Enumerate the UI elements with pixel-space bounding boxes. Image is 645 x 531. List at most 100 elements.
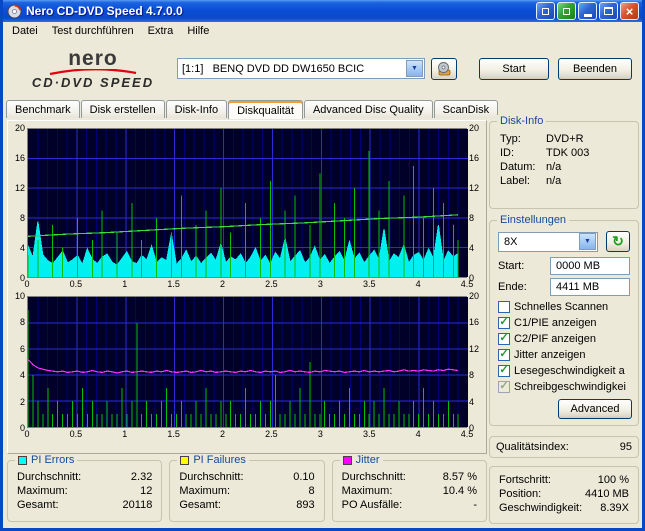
axis-tick-label: 0.5 bbox=[69, 429, 83, 439]
disk-info-label: Datum: bbox=[500, 161, 536, 173]
advanced-button[interactable]: Advanced bbox=[558, 399, 632, 419]
axis-tick-label: 3 bbox=[317, 429, 323, 439]
tab-scandisk[interactable]: ScanDisk bbox=[433, 100, 499, 118]
disk-info-title: Disk-Info bbox=[500, 115, 544, 127]
titlebar[interactable]: Nero CD-DVD Speed 4.7.0.0 × bbox=[3, 0, 642, 22]
checkbox-lesegeschwindigkeit[interactable]: ✓ Lesegeschwindigkeit a bbox=[496, 363, 632, 379]
pi-errors-stats-group: PI Errors Durchschnitt: 2.32 Maximum: 12 G… bbox=[7, 454, 163, 522]
stat-value: 12 bbox=[140, 485, 153, 497]
axis-tick-label: 8 bbox=[469, 213, 475, 223]
stat-value: 10.4 % bbox=[442, 485, 477, 497]
stat-label: Gesamt: bbox=[17, 499, 59, 511]
axis-tick-label: 12 bbox=[14, 183, 25, 193]
tab-advanced-disc-quality[interactable]: Advanced Disc Quality bbox=[303, 100, 433, 118]
stat-label: Durchschnitt: bbox=[179, 471, 244, 483]
axis-tick-label: 3.5 bbox=[362, 429, 376, 439]
tool-1-icon bbox=[542, 7, 549, 15]
quality-index-box: Qualitätsindex: 95 bbox=[489, 436, 639, 458]
disk-info-label: Label: bbox=[500, 175, 530, 187]
start-field[interactable]: 0000 MB bbox=[550, 257, 630, 275]
minimize-icon bbox=[583, 13, 592, 17]
axis-tick-label: 4.5 bbox=[460, 429, 474, 439]
chart-panel: 20 16 12 8 4 0 20 16 12 8 4 0 0 0.5 1 1.5 2 2.5 3 3.5 4 4.5… bbox=[7, 120, 487, 454]
axis-tick-label: 0 bbox=[24, 279, 30, 289]
stat-label: Gesamt: bbox=[179, 499, 221, 511]
axis-tick-label: 2 bbox=[220, 279, 226, 289]
end-field[interactable]: 4411 MB bbox=[550, 278, 630, 296]
stat-value: 8 bbox=[308, 485, 315, 497]
stat-label: Durchschnitt: bbox=[17, 471, 82, 483]
pi-errors-y-axis-right: 20 16 12 8 4 0 bbox=[467, 123, 484, 283]
axis-tick-label: 1 bbox=[122, 279, 128, 289]
axis-tick-label: 4 bbox=[415, 429, 421, 439]
progress-value: 100 % bbox=[597, 474, 629, 486]
settings-group: Einstellungen 8X ▼ ↻ Start: 0000 MB Ende… bbox=[489, 214, 639, 426]
chevron-down-icon[interactable]: ▼ bbox=[406, 60, 423, 77]
menu-test-durchfuehren[interactable]: Test durchführen bbox=[45, 24, 141, 38]
start-button[interactable]: Start bbox=[479, 57, 549, 80]
menu-datei[interactable]: Datei bbox=[5, 24, 45, 38]
quality-index-value: 95 bbox=[619, 441, 632, 453]
axis-tick-label: 3.5 bbox=[362, 279, 376, 289]
disk-id-value: TDK 003 bbox=[546, 147, 590, 159]
pi-errors-x-axis: 0 0.5 1 1.5 2 2.5 3 3.5 4 4.5 bbox=[24, 278, 473, 291]
pi-errors-plot bbox=[28, 129, 468, 277]
speed-select-value: 8X bbox=[504, 235, 518, 248]
checkbox-jitter-anzeigen[interactable]: ✓ Jitter anzeigen bbox=[496, 347, 632, 363]
tab-diskqualitaet[interactable]: Diskqualität bbox=[228, 100, 303, 119]
menu-hilfe[interactable]: Hilfe bbox=[180, 24, 216, 38]
maximize-button[interactable] bbox=[599, 2, 618, 20]
axis-tick-label: 20 bbox=[469, 123, 480, 133]
jitter-stats-group: Jitter Durchschnitt: 8.57 % Maximum: 10.4 … bbox=[331, 454, 487, 522]
check-icon: ✓ bbox=[499, 379, 509, 392]
pi-failures-stats-title: PI Failures bbox=[193, 454, 246, 466]
drive-select[interactable]: [1:1] BENQ DVD DD DW1650 BCIC ▼ bbox=[177, 58, 425, 79]
axis-tick-label: 16 bbox=[469, 153, 480, 163]
progress-label: Fortschritt: bbox=[499, 474, 551, 486]
menubar: Datei Test durchführen Extra Hilfe bbox=[3, 22, 642, 40]
quit-button[interactable]: Beenden bbox=[558, 57, 632, 80]
disk-info-label: Typ: bbox=[500, 133, 521, 145]
menu-extra[interactable]: Extra bbox=[141, 24, 181, 38]
axis-tick-label: 1 bbox=[122, 429, 128, 439]
pi-failures-jitter-chart: 10 8 6 4 2 0 20 16 12 8 4 0 0 0.5 1 1.5 2 2.5 3 3.5 4 4.5 bbox=[10, 291, 486, 441]
nero-logo: nero CD·DVD SPEED bbox=[9, 48, 177, 89]
titlebar-tool-button-2[interactable] bbox=[557, 2, 576, 20]
axis-tick-label: 4 bbox=[19, 370, 25, 381]
pif-y-axis-left: 10 8 6 4 2 0 bbox=[10, 291, 27, 433]
drive-tool-button[interactable] bbox=[431, 57, 457, 80]
tab-benchmark[interactable]: Benchmark bbox=[6, 100, 80, 118]
header: nero CD·DVD SPEED [1:1] BENQ DVD DD DW16… bbox=[3, 40, 642, 97]
axis-tick-label: 20 bbox=[14, 123, 25, 133]
refresh-button[interactable]: ↻ bbox=[606, 231, 630, 252]
axis-tick-label: 4 bbox=[469, 243, 475, 253]
check-icon: ✓ bbox=[499, 347, 509, 360]
close-icon: × bbox=[625, 3, 634, 19]
checkbox-schnelles-scannen[interactable]: ✓ Schnelles Scannen bbox=[496, 299, 632, 315]
nero-brand-text: nero bbox=[68, 47, 118, 70]
minimize-button[interactable] bbox=[578, 2, 597, 20]
stat-value: 0.10 bbox=[293, 471, 315, 483]
checkbox-c1-pie-anzeigen[interactable]: ✓ C1/PIE anzeigen bbox=[496, 315, 632, 331]
checkbox-c2-pif-anzeigen[interactable]: ✓ C2/PIF anzeigen bbox=[496, 331, 632, 347]
speed-select[interactable]: 8X ▼ bbox=[498, 231, 598, 252]
pi-failures-stats-group: PI Failures Durchschnitt: 0.10 Maximum: 8 … bbox=[169, 454, 325, 522]
tab-disk-info[interactable]: Disk-Info bbox=[165, 100, 228, 118]
disk-info-label: ID: bbox=[500, 147, 515, 159]
pi-errors-color-swatch bbox=[18, 455, 27, 465]
axis-tick-label: 12 bbox=[469, 343, 480, 354]
position-label: Position: bbox=[499, 488, 542, 500]
axis-tick-label: 2.5 bbox=[265, 279, 278, 289]
tab-disk-erstellen[interactable]: Disk erstellen bbox=[80, 100, 165, 118]
axis-tick-label: 0 bbox=[24, 429, 30, 439]
close-button[interactable]: × bbox=[620, 2, 639, 20]
window-title: Nero CD-DVD Speed 4.7.0.0 bbox=[26, 4, 183, 18]
chevron-down-icon[interactable]: ▼ bbox=[579, 233, 596, 250]
stat-label: PO Ausfälle: bbox=[341, 499, 403, 511]
checkbox-schreibgeschwindigkeit[interactable]: ✓ Schreibgeschwindigkei bbox=[496, 379, 632, 395]
app-window: Nero CD-DVD Speed 4.7.0.0 × Datei Test d… bbox=[0, 0, 645, 531]
axis-tick-label: 2 bbox=[19, 396, 25, 407]
titlebar-tool-button-1[interactable] bbox=[536, 2, 555, 20]
axis-tick-label: 1.5 bbox=[167, 279, 180, 289]
drive-select-value: [1:1] BENQ DVD DD DW1650 BCIC bbox=[182, 62, 365, 75]
